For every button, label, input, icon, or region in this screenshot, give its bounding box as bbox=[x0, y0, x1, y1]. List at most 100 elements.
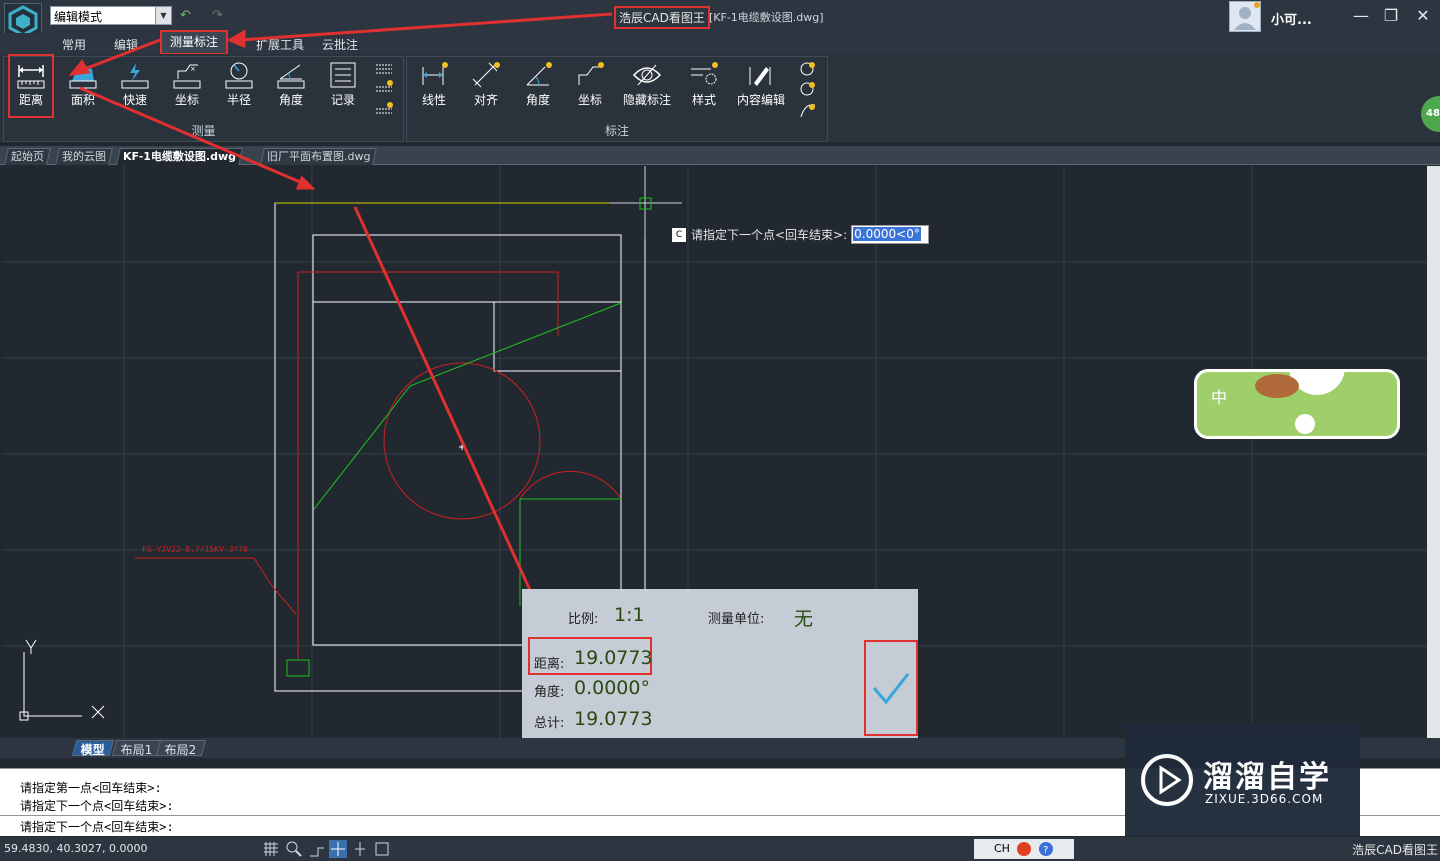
status-bar: 59.4830, 40.3027, 0.0000 CH ? 浩辰CAD看图王 bbox=[0, 837, 1440, 861]
ortho-icon[interactable] bbox=[308, 840, 326, 858]
tab-old-plant-drawing[interactable]: 旧厂平面布置图.dwg bbox=[260, 148, 378, 165]
command-c-icon: C bbox=[672, 227, 686, 242]
coordinate-icon: × bbox=[173, 64, 201, 89]
redo-icon[interactable]: ↷ bbox=[212, 8, 223, 23]
tab-layout1[interactable]: 布局1 bbox=[111, 740, 162, 757]
area-tool-label: 面积 bbox=[70, 93, 95, 107]
mode-select-value: 编辑模式 bbox=[54, 10, 103, 24]
scale-value: 1:1 bbox=[614, 604, 645, 626]
dynamic-input-prompt: C 请指定下一个点<回车结束>: 0.0000<0° bbox=[672, 225, 930, 244]
eye-icon bbox=[632, 64, 662, 86]
unit-value: 无 bbox=[794, 608, 814, 630]
angle-dim-button[interactable]: 角度 bbox=[515, 61, 561, 113]
aligned-dim-label: 对齐 bbox=[473, 93, 498, 107]
annotate-group-label: 标注 bbox=[604, 124, 629, 138]
sogou-icon bbox=[1017, 842, 1031, 856]
unit-label: 测量单位: bbox=[708, 612, 765, 627]
measure-group: 距离 面积 快速 × 坐标 半径 角度 记录 测量 bbox=[3, 56, 404, 142]
fullscreen-icon[interactable] bbox=[373, 840, 391, 858]
document-title: [KF-1电缆敷设图.dwg] bbox=[709, 11, 824, 24]
angle-dim-label: 角度 bbox=[525, 93, 550, 107]
grid-icon[interactable] bbox=[262, 840, 280, 858]
status-brand: 浩辰CAD看图王 bbox=[1352, 843, 1438, 857]
tab-model[interactable]: 模型 bbox=[71, 740, 115, 757]
chevron-down-icon: ▼ bbox=[155, 7, 171, 24]
total-value: 19.0773 bbox=[574, 708, 653, 730]
annotate-group: 线性 对齐 角度 坐标 隐藏标注 样式 内容编辑 标注 bbox=[406, 56, 828, 142]
edit-pen-icon bbox=[749, 67, 771, 86]
angle-dim-icon bbox=[526, 62, 552, 86]
username[interactable]: 小可... bbox=[1271, 9, 1312, 28]
area-tool-button[interactable]: 面积 bbox=[60, 61, 106, 113]
undo-icon[interactable]: ↶ bbox=[180, 8, 191, 23]
zoom-icon[interactable] bbox=[285, 840, 303, 858]
content-edit-label: 内容编辑 bbox=[736, 93, 785, 107]
help-icon: ? bbox=[1039, 842, 1053, 856]
watermark-title: 溜溜自学 bbox=[1203, 760, 1331, 795]
mode-select[interactable]: 编辑模式 ▼ bbox=[50, 6, 172, 25]
menu-common[interactable]: 常用 bbox=[62, 36, 86, 53]
distance-highlight bbox=[8, 54, 54, 118]
app-title: 浩辰CAD看图王 bbox=[614, 6, 710, 29]
measure-small-tools-icon[interactable] bbox=[374, 61, 396, 121]
style-button[interactable]: 样式 bbox=[681, 61, 727, 113]
distance-label: 距离: bbox=[534, 657, 565, 672]
aligned-dim-button[interactable]: 对齐 bbox=[463, 61, 509, 113]
angle-tool-button[interactable]: 角度 bbox=[268, 61, 314, 113]
track-icon[interactable] bbox=[351, 840, 369, 858]
avatar[interactable] bbox=[1229, 1, 1261, 32]
linear-dim-button[interactable]: 线性 bbox=[411, 61, 457, 113]
ime-bar[interactable]: CH ? bbox=[974, 839, 1074, 859]
coordinate-tool-label: 坐标 bbox=[174, 93, 199, 107]
distance-value: 19.0773 bbox=[574, 647, 653, 669]
radius-tool-button[interactable]: 半径 bbox=[216, 61, 262, 113]
angle-tool-label: 角度 bbox=[278, 93, 303, 107]
watermark-logo: 溜溜自学 ZIXUE.3D66.COM bbox=[1125, 724, 1360, 836]
tab-kf1-drawing[interactable]: KF-1电缆敷设图.dwg bbox=[116, 148, 243, 165]
document-tabs: 起始页 我的云图 KF-1电缆敷设图.dwg 旧厂平面布置图.dwg bbox=[0, 146, 1440, 165]
command-history-line: 请指定第一点<回车结束>: bbox=[20, 781, 162, 795]
style-label: 样式 bbox=[691, 93, 716, 107]
snap-icon[interactable] bbox=[329, 840, 347, 858]
tab-layout2[interactable]: 布局2 bbox=[155, 740, 206, 757]
tab-start-page[interactable]: 起始页 bbox=[4, 148, 51, 165]
sticker-decoration: 中 bbox=[1194, 369, 1400, 439]
vertical-scrollbar[interactable] bbox=[1427, 166, 1440, 738]
checkmark-icon bbox=[872, 673, 910, 705]
command-history-line: 请指定下一个点<回车结束>: bbox=[20, 799, 174, 813]
quick-tool-button[interactable]: 快速 bbox=[112, 61, 158, 113]
prompt-input-value: 0.0000<0° bbox=[853, 227, 921, 241]
menu-extension-tools[interactable]: 扩展工具 bbox=[256, 36, 304, 53]
command-input[interactable]: 请指定下一个点<回车结束>: bbox=[20, 818, 174, 835]
aligned-dim-icon bbox=[472, 62, 500, 88]
menu-edit[interactable]: 编辑 bbox=[114, 36, 138, 53]
record-tool-button[interactable]: 记录 bbox=[320, 61, 366, 113]
record-icon bbox=[330, 62, 356, 88]
angle-value: 0.0000° bbox=[574, 677, 650, 699]
svg-text:×: × bbox=[190, 65, 196, 73]
tab-my-cloud[interactable]: 我的云图 bbox=[55, 148, 113, 165]
svg-text:?: ? bbox=[1043, 845, 1048, 856]
watermark-url: ZIXUE.3D66.COM bbox=[1205, 792, 1324, 806]
linear-dim-icon bbox=[422, 62, 448, 85]
menu-measure-annotate[interactable]: 测量标注 bbox=[160, 30, 228, 55]
coordinate-dim-icon bbox=[578, 62, 604, 85]
minimize-icon[interactable]: — bbox=[1350, 6, 1372, 25]
coordinate-dim-button[interactable]: 坐标 bbox=[567, 61, 613, 113]
radius-icon bbox=[225, 62, 253, 89]
content-edit-button[interactable]: 内容编辑 bbox=[733, 61, 789, 113]
annotate-small-tools-icon[interactable] bbox=[797, 59, 819, 121]
prompt-input[interactable]: 0.0000<0° bbox=[851, 225, 930, 244]
title-bar: 编辑模式 ▼ ↶ ↷ 浩辰CAD看图王 [KF-1电缆敷设图.dwg] 小可...… bbox=[0, 0, 1440, 39]
close-icon[interactable]: ✕ bbox=[1412, 6, 1434, 25]
maximize-icon[interactable]: ❐ bbox=[1380, 6, 1402, 25]
linear-dim-label: 线性 bbox=[421, 93, 446, 107]
play-logo-icon bbox=[1141, 754, 1193, 806]
coordinate-tool-button[interactable]: × 坐标 bbox=[164, 61, 210, 113]
confirm-button[interactable] bbox=[864, 640, 918, 736]
record-tool-label: 记录 bbox=[330, 93, 355, 107]
menu-cloud-annotate[interactable]: 云批注 bbox=[322, 36, 358, 53]
hide-annotation-button[interactable]: 隐藏标注 bbox=[621, 61, 673, 113]
quick-measure-icon bbox=[121, 63, 149, 89]
total-label: 总计: bbox=[534, 716, 565, 731]
